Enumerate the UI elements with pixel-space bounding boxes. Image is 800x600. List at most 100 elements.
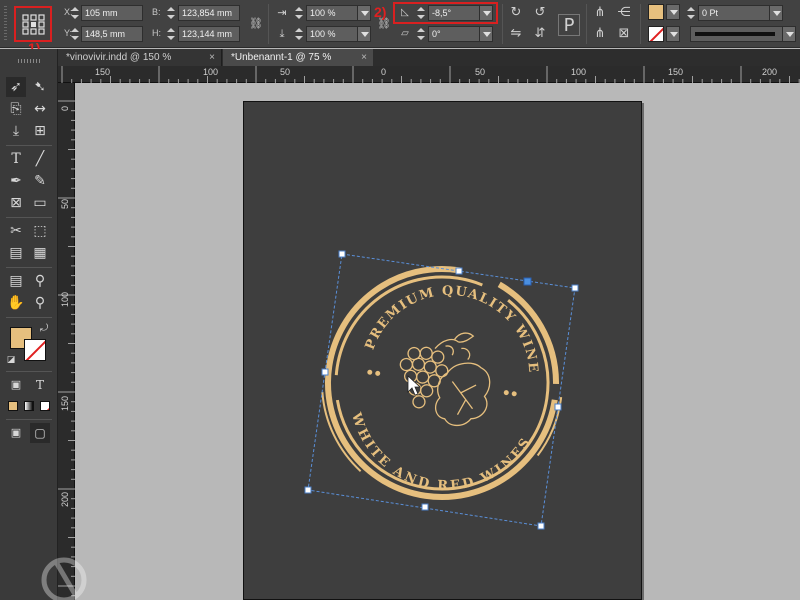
y-spinner[interactable] [70,26,80,42]
stroke-color-box[interactable] [24,339,46,361]
flip-vertical-icon[interactable]: ⇵ [532,26,548,42]
selection-tool-icon[interactable]: ➶ [6,77,26,97]
close-tab-icon[interactable]: × [361,49,367,66]
reference-point-selector[interactable] [14,6,52,42]
scale-y-field[interactable]: 100 % [306,26,358,42]
height-label: H: [152,28,161,38]
stroke-weight-dropdown[interactable] [769,5,783,21]
eyedropper-tool-icon[interactable]: ⚲ [30,271,50,291]
free-transform-tool-icon[interactable]: ⬚ [30,221,50,241]
select-container-icon[interactable]: ⋔ [592,5,608,21]
tools-grip[interactable] [18,59,40,63]
x-position-field[interactable]: 105 mm [81,5,143,21]
scale-x-spinner[interactable] [294,5,304,21]
separator [502,4,503,44]
document-page[interactable] [243,101,642,600]
scale-y-icon: ⤓ [279,27,285,40]
rectangle-frame-tool-icon[interactable]: ⊠ [6,193,26,213]
apply-color-icon[interactable] [8,401,18,411]
scale-x-dropdown[interactable] [357,5,371,21]
apply-gradient-icon[interactable] [24,401,34,411]
separator [268,4,269,44]
scale-x-icon: ⇥ [277,6,287,19]
ruler-ticks [58,100,75,597]
screen-mode-icon[interactable]: ▢ [30,423,50,443]
rotation-dropdown[interactable] [479,5,493,21]
line-tool-icon[interactable]: ╱ [30,149,50,169]
ruler-label: 150 [95,67,111,77]
control-panel: 1) X: Y: 105 mm 148,5 mm B: H: 123,854 m… [0,0,800,56]
hand-tool-icon[interactable]: ✋ [6,293,26,313]
vertical-ruler[interactable]: 0 50 100 150 200 [58,83,75,600]
tab-vinovivir[interactable]: *vinovivir.indd @ 150 % × [58,49,222,66]
shear-spinner[interactable] [416,26,426,42]
width-spinner[interactable] [166,5,176,21]
shear-dropdown[interactable] [479,26,493,42]
formatting-container-icon[interactable]: ▣ [6,375,26,395]
rotate-cw-icon[interactable]: ↻ [508,5,524,21]
width-field[interactable]: 123,854 mm [178,5,240,21]
content-placer-icon[interactable]: ⊞ [30,121,50,141]
y-position-field[interactable]: 148,5 mm [81,26,143,42]
tab-label: *Unbenannt-1 @ 75 % [231,52,332,63]
default-fill-stroke-icon[interactable]: ◪ [6,355,16,365]
scale-x-field[interactable]: 100 % [306,5,358,21]
select-previous-icon[interactable]: ⋲ [616,5,632,21]
rotation-spinner[interactable] [416,5,426,21]
content-collector-icon[interactable]: ⤓ [6,121,26,141]
direct-selection-tool-icon[interactable]: ➷ [30,77,50,97]
panel-grip[interactable] [4,6,7,42]
zoom-tool-icon[interactable]: ⚲ [30,293,50,313]
normal-view-icon[interactable]: ▣ [6,423,26,443]
apply-none-icon[interactable] [40,401,50,411]
separator [6,217,52,218]
tab-label: *vinovivir.indd @ 150 % [66,52,172,63]
select-next-icon[interactable]: ⊠ [616,26,632,42]
stroke-type-selector[interactable] [690,26,783,42]
gap-tool-icon[interactable]: ↔ [30,99,50,119]
ruler-label: 100 [60,291,70,307]
tab-unbenannt[interactable]: *Unbenannt-1 @ 75 % × [223,49,373,66]
width-label: B: [152,7,161,17]
stroke-weight-spinner[interactable] [686,5,696,21]
pen-tool-icon[interactable]: ✒ [6,171,26,191]
type-tool-icon[interactable]: T [6,149,26,169]
height-spinner[interactable] [166,26,176,42]
pencil-tool-icon[interactable]: ✎ [30,171,50,191]
indesign-window: 1) X: Y: 105 mm 148,5 mm B: H: 123,854 m… [0,0,800,600]
constrain-proportions-icon[interactable]: ⛓ [248,16,264,32]
flip-horizontal-icon[interactable]: ⇋ [508,26,524,42]
fill-swatch[interactable] [648,4,664,20]
x-spinner[interactable] [70,5,80,21]
fill-dropdown[interactable] [666,4,680,20]
watermark-logo [41,557,87,600]
stroke-weight-field[interactable]: 0 Pt [698,5,770,21]
gradient-swatch-tool-icon[interactable]: ▤ [6,243,26,263]
ruler-label: 200 [60,491,70,507]
ruler-label: 50 [60,198,70,209]
formatting-text-icon[interactable]: T [30,375,50,395]
rectangle-tool-icon[interactable]: ▭ [30,193,50,213]
rotation-angle-field[interactable]: -8,5° [428,5,480,21]
stroke-dropdown[interactable] [666,26,680,42]
horizontal-ruler[interactable]: 150 100 50 0 50 100 150 200 [58,66,800,83]
scale-y-spinner[interactable] [294,26,304,42]
rotate-ccw-icon[interactable]: ↺ [532,5,548,21]
stroke-swatch-none[interactable] [648,26,664,42]
shear-angle-field[interactable]: 0° [428,26,480,42]
close-tab-icon[interactable]: × [209,49,215,66]
scale-y-dropdown[interactable] [357,26,371,42]
ruler-label: 150 [60,395,70,411]
gradient-feather-tool-icon[interactable]: ▦ [30,243,50,263]
rotation-angle-icon: ◺ [401,7,409,18]
ruler-label: 100 [571,67,587,77]
stroke-type-preview [695,32,775,36]
scissors-tool-icon[interactable]: ✂ [6,221,26,241]
ruler-label: 200 [762,67,778,77]
height-field[interactable]: 123,144 mm [178,26,240,42]
note-tool-icon[interactable]: ▤ [6,271,26,291]
page-tool-icon[interactable]: ⎘ [6,99,26,119]
stroke-type-dropdown[interactable] [782,26,796,42]
swap-fill-stroke-icon[interactable]: ⤾ [38,323,50,335]
select-content-icon[interactable]: ⋔ [592,26,608,42]
